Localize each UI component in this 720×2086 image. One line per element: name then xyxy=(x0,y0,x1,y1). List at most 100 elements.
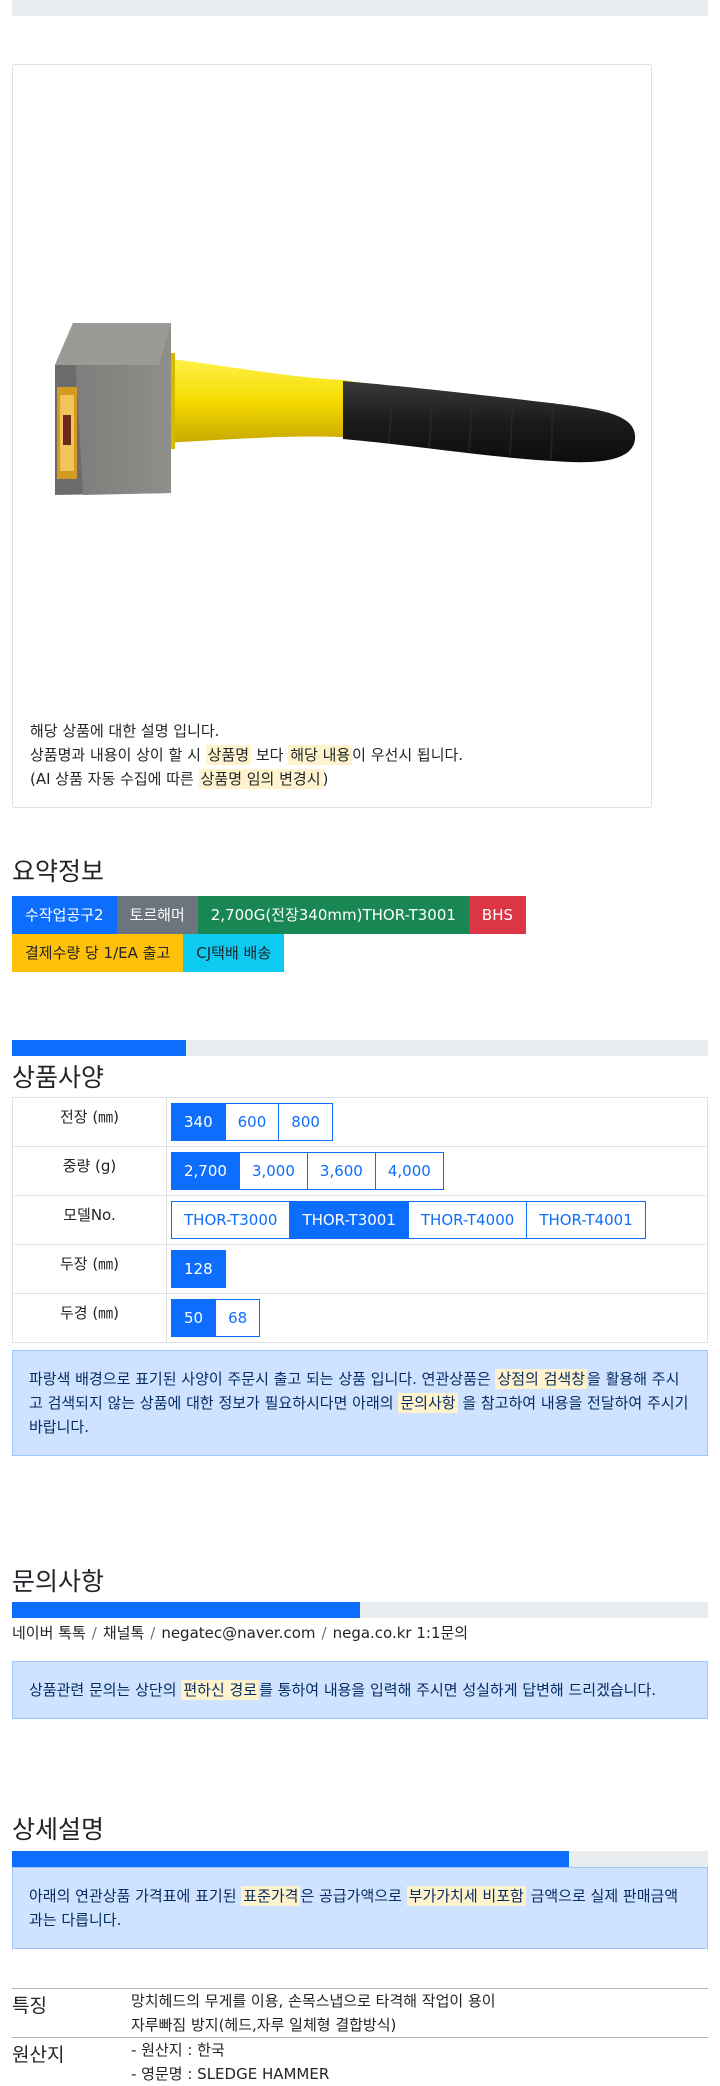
shipping-qty-badge: 결제수량 당 1/EA 출고 xyxy=(12,934,184,972)
spec-progress-fill xyxy=(12,1040,186,1056)
option-button-selected[interactable]: THOR-T3001 xyxy=(289,1201,409,1239)
option-button[interactable]: THOR-T4000 xyxy=(407,1201,528,1239)
spec-label: 두장 (㎜) xyxy=(12,1244,167,1294)
hammer-product-image xyxy=(55,323,636,495)
notice-text: 파랑색 배경으로 표기된 사양이 주문시 출고 되는 상품 입니다. 연관상품은 xyxy=(29,1370,496,1388)
option-button[interactable]: 3,000 xyxy=(238,1152,308,1190)
product-name-badge: 토르해머 xyxy=(116,896,198,934)
brand-badge: BHS xyxy=(468,896,527,934)
spec-options: 50 68 xyxy=(166,1293,708,1343)
option-button[interactable]: THOR-T3000 xyxy=(171,1201,291,1239)
feature-text: 망치헤드의 무게를 이용, 손목스냅으로 타격해 작업이 용이 자루빠짐 방지(… xyxy=(131,1989,496,2037)
top-divider-bar xyxy=(12,0,708,16)
spec-label: 전장 (㎜) xyxy=(12,1097,167,1147)
feature-line: 자루빠짐 방지(헤드,자루 일체형 결합방식) xyxy=(131,2016,397,2034)
option-group: 50 68 xyxy=(171,1299,707,1337)
model-badge: 2,700G(전장340mm)THOR-T3001 xyxy=(197,896,469,934)
spec-options: 340 600 800 xyxy=(166,1097,708,1147)
channel-talk-link[interactable]: 채널톡 xyxy=(103,1624,144,1642)
feature-label: 원산지 xyxy=(12,2044,65,2066)
feature-label: 특징 xyxy=(12,1995,47,2017)
spec-label: 두경 (㎜) xyxy=(12,1293,167,1343)
spec-row: 두장 (㎜) 128 xyxy=(12,1244,708,1294)
product-image-card: 해당 상품에 대한 설명 입니다. 상품명과 내용이 상이 할 시 상품명 보다… xyxy=(12,64,652,808)
spec-row: 중량 (g) 2,700 3,000 3,600 4,000 xyxy=(12,1146,708,1196)
desc-text: (AI 상품 자동 수집에 따른 xyxy=(30,770,199,788)
naver-talk-link[interactable]: 네이버 톡톡 xyxy=(12,1624,86,1642)
spec-options: 128 xyxy=(166,1244,708,1294)
desc-highlight: 해당 내용 xyxy=(288,745,353,765)
desc-text: 이 우선시 됩니다. xyxy=(352,746,464,764)
option-button[interactable]: 4,000 xyxy=(374,1152,444,1190)
spec-row: 두경 (㎜) 50 68 xyxy=(12,1293,708,1343)
notice-highlight: 편하신 경로 xyxy=(181,1680,260,1700)
spec-notice: 파랑색 배경으로 표기된 사양이 주문시 출고 되는 상품 입니다. 연관상품은… xyxy=(12,1350,708,1456)
detail-notice: 아래의 연관상품 가격표에 표기된 표준가격 은 공급가액으로 부가가치세 비포함… xyxy=(12,1867,708,1949)
notice-text: 를 통하여 내용을 입력해 주시면 성실하게 답변해 드리겠습니다. xyxy=(259,1681,657,1699)
separator: / xyxy=(321,1624,327,1642)
notice-highlight: 상점의 검색창 xyxy=(495,1369,588,1389)
description-line-3: (AI 상품 자동 수집에 따른 상품명 임의 변경시) xyxy=(30,767,463,791)
inquiry-section: 문의사항 네이버 톡톡 / 채널톡 / negatec@naver.com / nega.c… xyxy=(12,1562,708,1719)
notice-highlight: 문의사항 xyxy=(398,1393,458,1413)
notice-highlight: 부가가치세 비포함 xyxy=(406,1886,526,1906)
detail-section: 상세설명 아래의 연관상품 가격표에 표기된 표준가격 은 공급가액으로 부가가치… xyxy=(12,1810,708,1949)
description-line-2: 상품명과 내용이 상이 할 시 상품명 보다 해당 내용 이 우선시 됩니다. xyxy=(30,743,463,767)
option-button[interactable]: 800 xyxy=(278,1103,333,1141)
inquiry-progress-bar xyxy=(12,1602,708,1618)
feature-list: 특징 망치헤드의 무게를 이용, 손목스냅으로 타격해 작업이 용이 자루빠짐 … xyxy=(12,1988,708,2086)
spec-options: 2,700 3,000 3,600 4,000 xyxy=(166,1146,708,1196)
spec-title: 상품사양 xyxy=(12,1063,105,1092)
spec-row: 모델No. THOR-T3000 THOR-T3001 THOR-T4000 THOR-… xyxy=(12,1195,708,1245)
option-button[interactable]: 68 xyxy=(215,1299,261,1337)
notice-highlight: 표준가격 xyxy=(241,1886,301,1906)
spec-row: 전장 (㎜) 340 600 800 xyxy=(12,1097,708,1147)
feature-row: 원산지 - 원산지 : 한국 - 영문명 : SLEDGE HAMMER xyxy=(12,2037,708,2086)
summary-title: 요약정보 xyxy=(12,857,105,886)
detail-progress-bar xyxy=(12,1851,708,1867)
option-button[interactable]: THOR-T4001 xyxy=(526,1201,646,1239)
contact-channels: 네이버 톡톡 / 채널톡 / negatec@naver.com / nega.co.kr … xyxy=(12,1622,708,1643)
feature-text: - 원산지 : 한국 - 영문명 : SLEDGE HAMMER xyxy=(131,2038,329,2086)
option-button-selected[interactable]: 128 xyxy=(171,1250,226,1288)
feature-line: - 영문명 : SLEDGE HAMMER xyxy=(131,2065,330,2083)
notice-text: 은 공급가액으로 xyxy=(300,1887,407,1905)
inquiry-title: 문의사항 xyxy=(12,1567,105,1596)
product-image-description: 해당 상품에 대한 설명 입니다. 상품명과 내용이 상이 할 시 상품명 보다… xyxy=(30,719,463,791)
option-group: 2,700 3,000 3,600 4,000 xyxy=(171,1152,707,1190)
spec-section: 상품사양 전장 (㎜) 340 600 800 중량 (g) 2,700 3,000 3,60… xyxy=(12,1040,708,1456)
separator: / xyxy=(150,1624,156,1642)
option-group: THOR-T3000 THOR-T3001 THOR-T4000 THOR-T4001 xyxy=(171,1201,707,1239)
courier-badge: CJ택배 배송 xyxy=(183,934,285,972)
feature-row: 특징 망치헤드의 무게를 이용, 손목스냅으로 타격해 작업이 용이 자루빠짐 … xyxy=(12,1988,708,2037)
inquiry-notice: 상품관련 문의는 상단의 편하신 경로 를 통하여 내용을 입력해 주시면 성실하… xyxy=(12,1661,708,1719)
feature-line: 망치헤드의 무게를 이용, 손목스냅으로 타격해 작업이 용이 xyxy=(131,1992,496,2010)
summary-badges-row2: 결제수량 당 1/EA 출고 CJ택배 배송 xyxy=(12,934,708,972)
option-button-selected[interactable]: 2,700 xyxy=(171,1152,240,1190)
spec-progress-bar xyxy=(12,1040,708,1056)
feature-line: - 원산지 : 한국 xyxy=(131,2041,225,2059)
site-inquiry-link[interactable]: nega.co.kr 1:1문의 xyxy=(333,1624,469,1642)
summary-section: 요약정보 수작업공구2 토르해머 2,700G(전장340mm)THOR-T30… xyxy=(12,852,708,972)
option-button-selected[interactable]: 340 xyxy=(171,1103,226,1141)
desc-text: 상품명과 내용이 상이 할 시 xyxy=(30,746,206,764)
description-line-1: 해당 상품에 대한 설명 입니다. xyxy=(30,722,220,740)
spec-label: 중량 (g) xyxy=(12,1146,167,1196)
category-badge: 수작업공구2 xyxy=(12,896,117,934)
option-button[interactable]: 600 xyxy=(224,1103,280,1141)
spec-options: THOR-T3000 THOR-T3001 THOR-T4000 THOR-T4001 xyxy=(166,1195,708,1245)
option-button-selected[interactable]: 50 xyxy=(171,1299,217,1337)
option-group: 128 xyxy=(171,1250,707,1288)
option-group: 340 600 800 xyxy=(171,1103,707,1141)
email-link[interactable]: negatec@naver.com xyxy=(161,1624,315,1642)
notice-text: 아래의 연관상품 가격표에 표기된 xyxy=(29,1887,242,1905)
detail-title: 상세설명 xyxy=(12,1815,105,1844)
option-button[interactable]: 3,600 xyxy=(306,1152,376,1190)
desc-text: ) xyxy=(322,770,329,788)
notice-text: 상품관련 문의는 상단의 xyxy=(29,1681,182,1699)
desc-highlight: 상품명 임의 변경시 xyxy=(198,769,323,789)
desc-highlight: 상품명 xyxy=(205,745,252,765)
inquiry-progress-fill xyxy=(12,1602,360,1618)
spec-label: 모델No. xyxy=(12,1195,167,1245)
separator: / xyxy=(91,1624,97,1642)
